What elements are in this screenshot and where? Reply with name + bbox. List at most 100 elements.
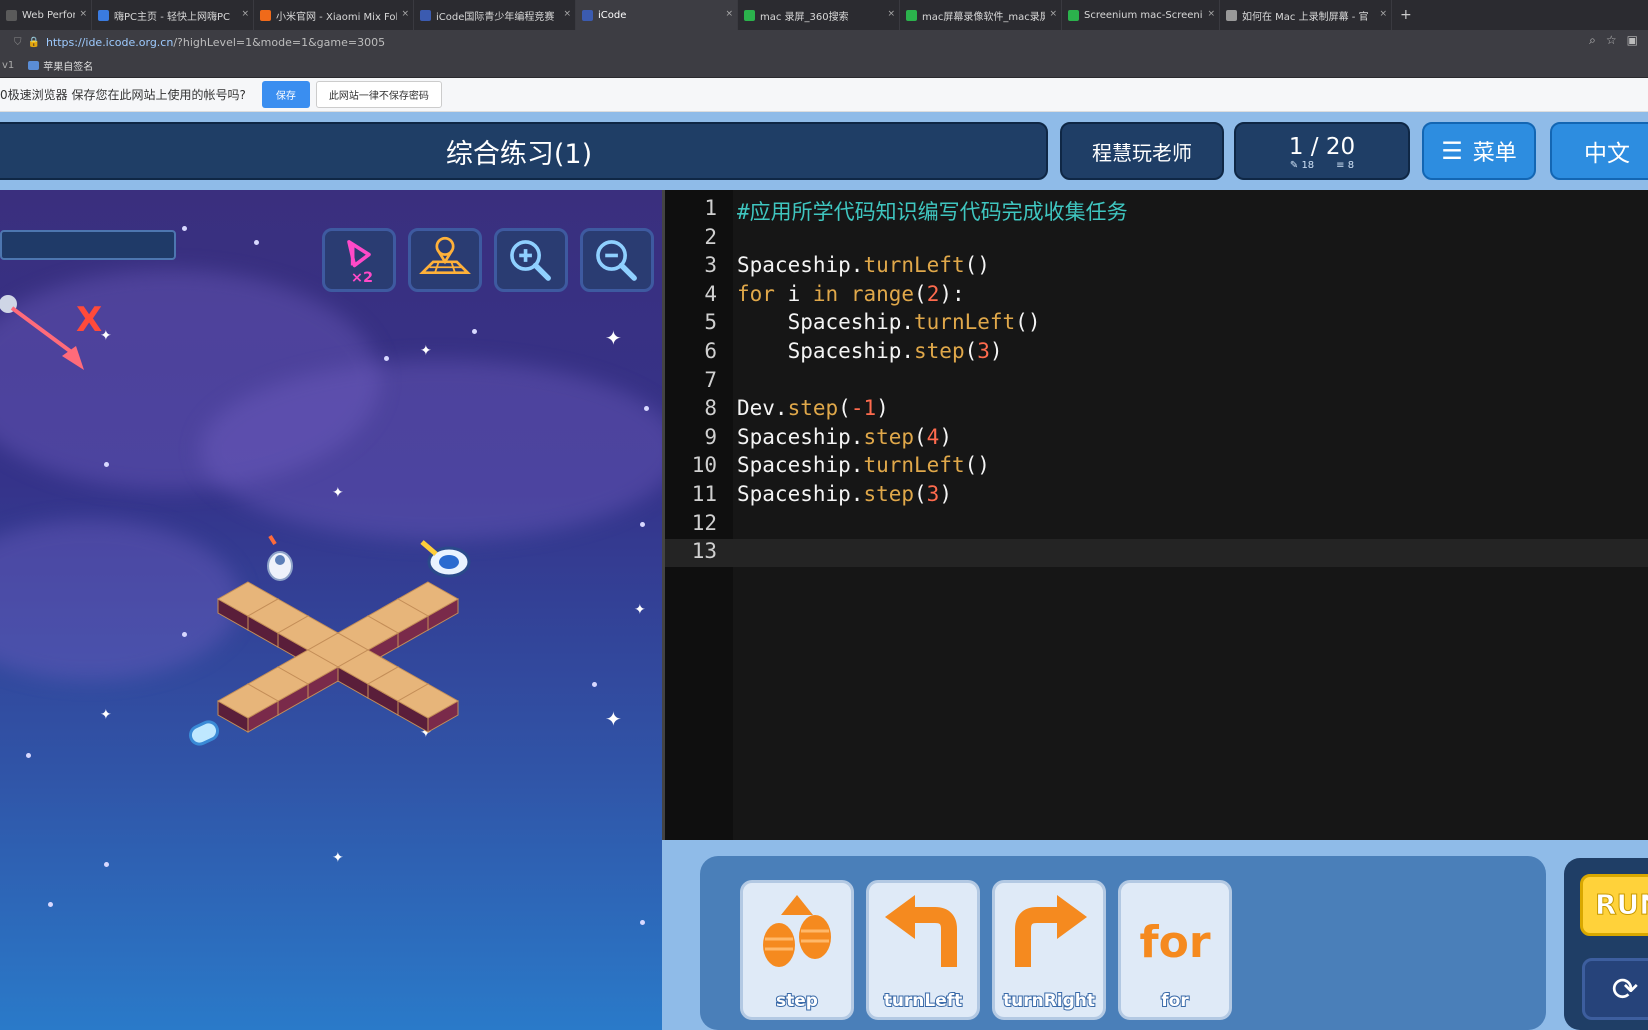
stat-a: ✎ 18 [1289, 159, 1315, 171]
speed-x2-icon: ×2 [347, 240, 373, 286]
progress-text: 1 / 20 [1288, 133, 1356, 160]
code-line[interactable]: 9 Spaceship.step(4) [665, 425, 1648, 453]
map-pin-icon [419, 236, 471, 275]
tab-title: iCode国际青少年编程竞赛 [436, 11, 555, 23]
step-block[interactable]: step [740, 880, 854, 1020]
line-number: 4 [704, 281, 717, 306]
turn-left-icon [885, 895, 957, 967]
line-number: 8 [704, 396, 717, 421]
tab-favicon-icon [98, 9, 109, 21]
reset-button[interactable]: ⟳ [1582, 958, 1648, 1020]
code-line[interactable]: 10 Spaceship.turnLeft() [665, 453, 1648, 481]
tab-close-icon[interactable]: × [887, 9, 895, 19]
code-line[interactable]: 11 Spaceship.step(3) [665, 482, 1648, 510]
code-line[interactable]: 12 [665, 511, 1648, 539]
spaceship-icon [420, 540, 471, 578]
code-line[interactable]: 4 for i in range(2): [665, 282, 1648, 310]
tab-favicon-icon [1226, 9, 1237, 21]
browser-tab[interactable]: 如何在 Mac 上录制屏幕 - 官 × [1220, 0, 1392, 30]
save-password-bar: 0极速浏览器 保存您在此网站上使用的帐号吗? 保存 此网站一律不保存密码 [0, 78, 1648, 112]
tab-close-icon[interactable]: × [401, 9, 409, 19]
bookmark-item[interactable]: 苹果自签名 [28, 58, 93, 73]
code-line[interactable]: 13 [665, 539, 1648, 568]
lock-icon: 🔒 [27, 36, 40, 48]
svg-text:×2: ×2 [351, 270, 373, 286]
tab-close-icon[interactable]: × [1207, 9, 1215, 19]
teacher-name[interactable]: 程慧玩老师 [1060, 122, 1224, 180]
tab-close-icon[interactable]: × [1049, 9, 1057, 19]
code-text: for i in range(2): [737, 281, 965, 306]
browser-tab[interactable]: Screenium mac-Screenium × [1062, 0, 1220, 30]
code-text: #应用所学代码知识编写代码完成收集任务 [737, 200, 1128, 224]
code-line[interactable]: 2 [665, 225, 1648, 253]
tab-close-icon[interactable]: × [725, 9, 733, 19]
tab-favicon-icon [1068, 9, 1079, 21]
browser-tab[interactable]: iCode × [576, 0, 738, 30]
tab-close-icon[interactable]: × [563, 9, 571, 19]
zoom-in-button[interactable] [494, 228, 568, 292]
code-line[interactable]: 1 #应用所学代码知识编写代码完成收集任务 [665, 196, 1648, 224]
code-line[interactable]: 5 Spaceship.turnLeft() [665, 310, 1648, 338]
tab-favicon-icon [6, 9, 17, 21]
never-save-button[interactable]: 此网站一律不保存密码 [315, 81, 442, 108]
dev-robot-icon [267, 534, 293, 581]
code-block-palette: step turnLeft turnRight for for [700, 856, 1546, 1030]
turn-right-icon [1015, 895, 1087, 967]
browser-tab[interactable]: mac 录屏_360搜索 × [738, 0, 900, 30]
zoom-out-icon [596, 240, 637, 281]
tab-title: mac 录屏_360搜索 [760, 11, 849, 23]
run-button[interactable]: RUN [1580, 874, 1648, 936]
browser-tab[interactable]: mac屏幕录像软件_mac录屏 × [900, 0, 1062, 30]
toolbox-area: step turnLeft turnRight for for RUN ⟳ [662, 840, 1648, 1030]
bookmark-star-icon[interactable]: ☆ [1606, 33, 1617, 48]
tab-favicon-icon [420, 9, 431, 21]
url-text[interactable]: https://ide.icode.org.cn/?highLevel=1&mo… [46, 36, 385, 49]
code-line[interactable]: 6 Spaceship.step(3) [665, 339, 1648, 367]
for-block[interactable]: for for [1118, 880, 1232, 1020]
tab-title: 如何在 Mac 上录制屏幕 - 官 [1242, 11, 1369, 23]
code-line[interactable]: 8 Dev.step(-1) [665, 396, 1648, 424]
line-number: 11 [691, 482, 717, 506]
browser-tab[interactable]: 小米官网 - Xiaomi Mix Fold × [254, 0, 414, 30]
code-text: Spaceship.step(4) [737, 424, 952, 449]
zoom-out-button[interactable] [580, 228, 654, 292]
language-button[interactable]: 中文 [1550, 122, 1648, 180]
zoom-in-icon [510, 240, 551, 281]
code-text: Spaceship.turnLeft() [737, 453, 990, 478]
tab-close-icon[interactable]: × [241, 9, 249, 19]
stat-b: ≡ 8 [1336, 159, 1355, 171]
run-panel: RUN ⟳ [1564, 858, 1648, 1030]
axis-label: X [76, 300, 103, 340]
tab-close-icon[interactable]: × [1379, 9, 1387, 19]
tab-favicon-icon [744, 9, 755, 21]
tab-close-icon[interactable]: × [79, 9, 87, 19]
new-tab-button[interactable]: + [1392, 7, 1420, 23]
code-line[interactable]: 7 [665, 368, 1648, 396]
map-view-button[interactable] [408, 228, 482, 292]
menu-button[interactable]: ☰ 菜单 [1422, 122, 1536, 180]
save-password-message: 0极速浏览器 保存您在此网站上使用的帐号吗? [0, 88, 246, 102]
browser-tab[interactable]: iCode国际青少年编程竞赛 × [414, 0, 576, 30]
menu-icon: ☰ [1441, 137, 1463, 165]
turn-right-block[interactable]: turnRight [992, 880, 1106, 1020]
tab-title: Web Performan [22, 9, 75, 21]
browser-tab[interactable]: Web Performan × [0, 0, 92, 30]
turn-left-block[interactable]: turnLeft [866, 880, 980, 1020]
address-bar[interactable]: ⛉ 🔒 https://ide.icode.org.cn/?highLevel=… [0, 30, 1648, 54]
save-password-button[interactable]: 保存 [261, 81, 310, 108]
code-text: Spaceship.turnLeft() [737, 310, 1041, 335]
browser-tab[interactable]: 嗨PC主页 - 轻快上网嗨PC × [92, 0, 254, 30]
code-line[interactable]: 3 Spaceship.turnLeft() [665, 253, 1648, 281]
extension-icon[interactable]: ▣ [1627, 33, 1638, 48]
line-number: 7 [704, 367, 717, 392]
tab-title: iCode [598, 9, 627, 21]
level-progress[interactable]: 1 / 20 ✎ 18 ≡ 8 [1234, 122, 1410, 180]
player-name-field[interactable] [0, 230, 176, 260]
speed-x2-button[interactable]: ×2 [322, 228, 396, 292]
line-number: 1 [704, 196, 717, 220]
browser-tab-strip: Web Performan×嗨PC主页 - 轻快上网嗨PC×小米官网 - Xia… [0, 0, 1648, 30]
zoom-icon[interactable]: ⌕ [1589, 33, 1596, 48]
tab-title: Screenium mac-Screenium [1084, 9, 1203, 21]
tab-favicon-icon [906, 9, 917, 21]
code-editor[interactable]: 1 #应用所学代码知识编写代码完成收集任务 2 3 Spaceship.turnLeft… [662, 190, 1648, 840]
